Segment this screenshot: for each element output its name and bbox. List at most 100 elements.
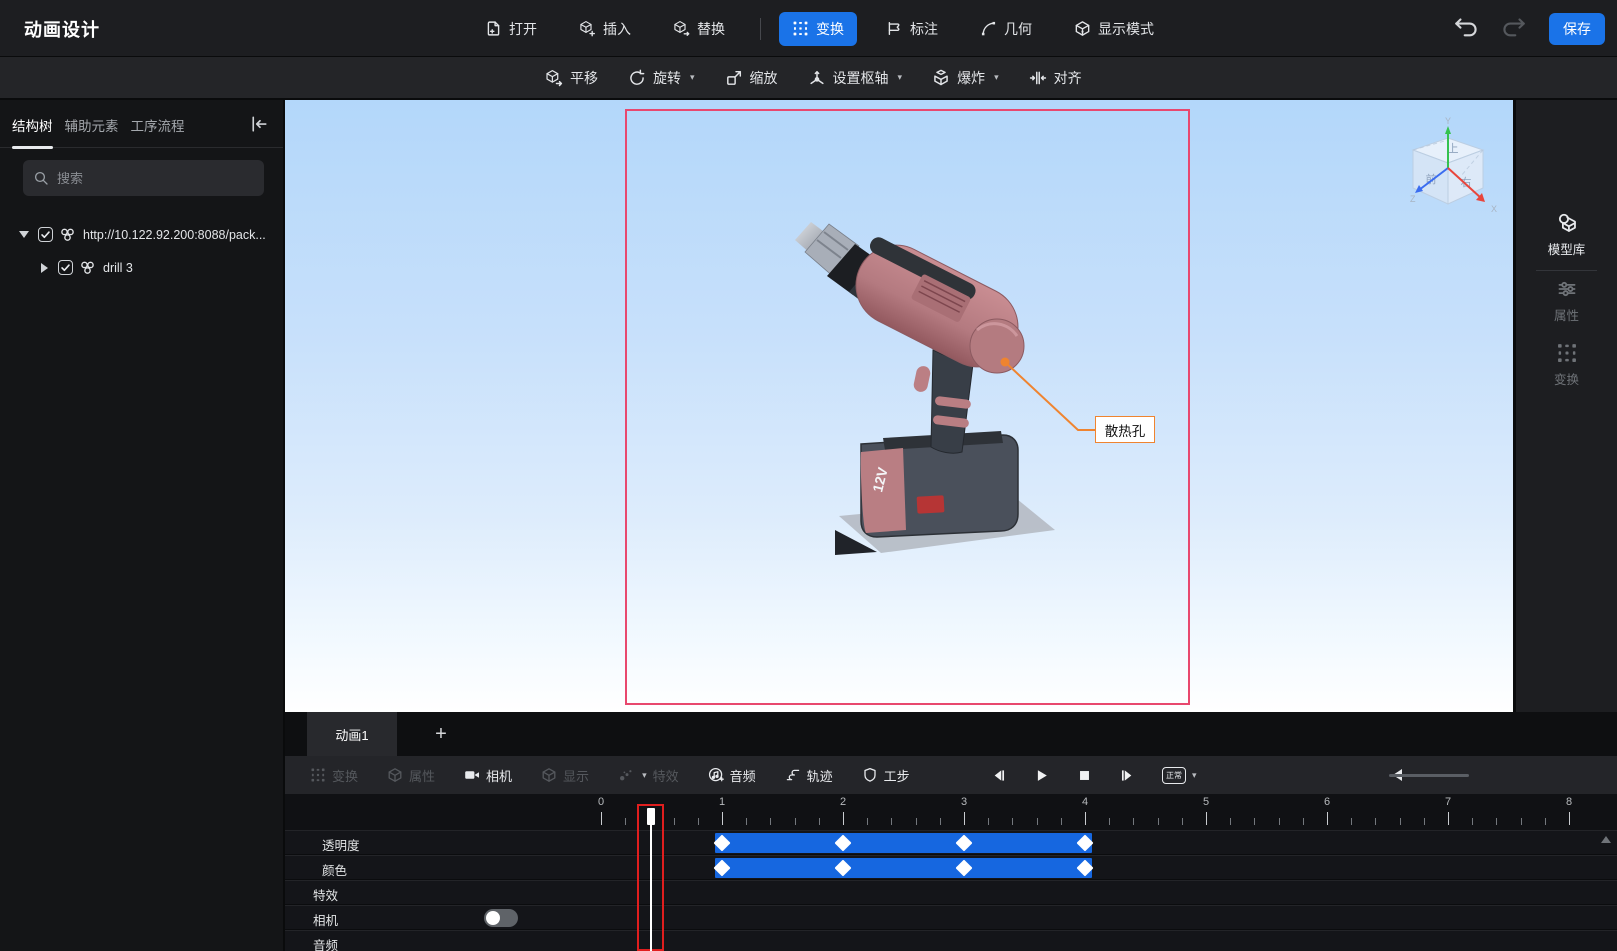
ruler-major-tick [1085,812,1086,825]
stop-button[interactable] [1076,767,1093,784]
ruler-minor-tick [625,818,627,825]
tool-button-对齐[interactable]: 对齐 [1029,68,1082,88]
tool-button-平移[interactable]: 平移 [545,68,598,88]
tracks-scroll-up-icon[interactable] [1601,836,1611,843]
ruler-label: 6 [1323,796,1331,808]
save-button[interactable]: 保存 [1549,12,1605,45]
caret-down-icon: ▾ [690,72,695,82]
timeline-tool-label: 轨迹 [806,768,833,784]
timeline-zoom-in-button[interactable] [1348,767,1365,784]
transform-toolbar: 平移 旋转 ▾ 缩放 设置枢轴 ▾ 爆炸 ▾ 对齐 [0,57,1617,100]
topbar-button-显示模式[interactable]: 显示模式 [1061,12,1167,46]
play-icon [1033,767,1050,784]
camera-track-toggle[interactable] [484,909,518,927]
timeline-tracks: 透明度 颜色特效相机 音频 [285,830,1617,951]
keyframe-bar[interactable] [715,858,1092,878]
left-tab-结构树[interactable]: 结构树 [12,115,53,149]
keyframe-bar[interactable] [715,833,1092,853]
topbar-button-标注[interactable]: 标注 [873,12,951,46]
track-row-透明度[interactable]: 透明度 [285,830,1617,854]
scale-icon [725,69,743,87]
search-box [23,160,264,196]
caret-down-icon: ▾ [897,72,903,82]
topbar-button-label: 打开 [509,20,537,37]
step-backward-button[interactable] [990,767,1007,784]
timeline-tool-属性[interactable]: 属性 [387,766,435,785]
left-tab-辅助元素[interactable]: 辅助元素 [65,115,119,135]
tree-row[interactable]: drill 3 [0,251,283,284]
insert-cube-icon [579,20,596,37]
topbar-button-插入[interactable]: 插入 [566,12,644,46]
step-forward-icon [1119,767,1136,784]
viewport-3d[interactable]: 12V 散热孔 上 右 Y Z X [285,100,1513,712]
topbar-button-替换[interactable]: 替换 [660,12,738,46]
caret-down-icon: ▾ [994,72,999,82]
timeline-zoom-slider[interactable] [1389,768,1469,782]
tool-button-设置枢轴[interactable]: 设置枢轴 ▾ [808,68,903,88]
tool-button-label: 对齐 [1053,69,1082,86]
tree-row[interactable]: http://10.122.92.200:8088/pack... [0,218,283,251]
ruler-minor-tick [1351,818,1353,825]
track-label: 特效 [313,889,339,903]
expand-caret-right-icon[interactable] [36,262,52,273]
tree-checkbox[interactable] [38,227,53,242]
rail-item-属性[interactable]: 属性 [1516,278,1617,324]
redo-button[interactable] [1501,16,1527,42]
playhead-handle[interactable] [647,808,655,825]
ruler-major-tick [1569,812,1570,825]
ruler-label: 5 [1202,796,1210,808]
collapse-left-icon [249,116,269,137]
track-row-颜色[interactable]: 颜色 [285,855,1617,879]
viewcube-axis-x: X [1491,204,1497,214]
ruler-minor-tick [673,818,675,825]
model-library-icon [1556,212,1578,234]
export-download-button[interactable] [1534,767,1551,784]
timeline-tool-工步[interactable]: 工步 [862,766,910,785]
timeline-tool-相机[interactable]: 相机 [464,766,512,785]
tool-button-旋转[interactable]: 旋转 ▾ [628,68,695,88]
ruler-minor-tick [1157,818,1159,825]
play-mode-button[interactable]: 正常 ▾ [1162,766,1197,784]
ruler-minor-tick [1423,818,1425,825]
collapse-panel-button[interactable] [249,114,269,134]
track-row-相机[interactable]: 相机 [285,905,1617,929]
timeline-ruler[interactable]: 0 1 2 3 4 5 6 7 8 [285,794,1617,830]
expand-caret-down-icon[interactable] [16,231,32,238]
track-row-音频[interactable]: 音频 [285,930,1617,951]
tool-button-缩放[interactable]: 缩放 [725,68,778,88]
rail-item-变换[interactable]: 变换 [1516,342,1617,388]
timeline-tool-显示[interactable]: 显示 [541,766,589,785]
step-forward-button[interactable] [1119,767,1136,784]
explode-icon [932,69,950,87]
play-button[interactable] [1033,767,1050,784]
topbar-button-几何[interactable]: 几何 [967,12,1045,46]
tool-button-爆炸[interactable]: 爆炸 ▾ [932,68,999,88]
ruler-major-tick [964,812,965,825]
ruler-minor-tick [1060,818,1062,825]
topbar-button-变换[interactable]: 变换 [779,11,857,46]
topbar-button-打开[interactable]: 打开 [472,12,550,46]
add-animation-tab-button[interactable]: + [419,712,463,756]
view-cube[interactable]: 上 前 右 Y Z X [1403,116,1515,224]
left-tab-工序流程[interactable]: 工序流程 [131,115,185,135]
undo-button[interactable] [1453,16,1479,42]
timeline-tab-animation1[interactable]: 动画1 [307,712,397,756]
search-input[interactable] [57,170,254,186]
timeline-tool-音频[interactable]: 音频 [708,766,756,785]
timeline-tool-label: 特效 [652,768,679,784]
timeline-panel: 动画1 + 变换 属性 相机 显示 ▾ 特效 音频 轨迹 工步 正常 ▾ 012345678 透明… [285,712,1617,951]
timeline-zoom-out-button[interactable] [1493,767,1510,784]
zoom-slider-track [1389,774,1469,777]
display-mode-icon [1074,20,1091,37]
timeline-tool-轨迹[interactable]: 轨迹 [785,766,833,785]
timeline-tool-特效[interactable]: ▾ 特效 [618,766,679,785]
timeline-tab-row: 动画1 + [285,712,1617,756]
pivot-icon [808,69,826,87]
timeline-tool-变换[interactable]: 变换 [310,766,358,785]
annotation-label[interactable]: 散热孔 [1095,416,1155,443]
track-row-特效[interactable]: 特效 [285,880,1617,904]
drill-model[interactable]: 12V [765,200,1065,590]
ruler-minor-tick [794,818,796,825]
rail-item-模型库[interactable]: 模型库 [1516,212,1617,258]
tree-checkbox[interactable] [58,260,73,275]
